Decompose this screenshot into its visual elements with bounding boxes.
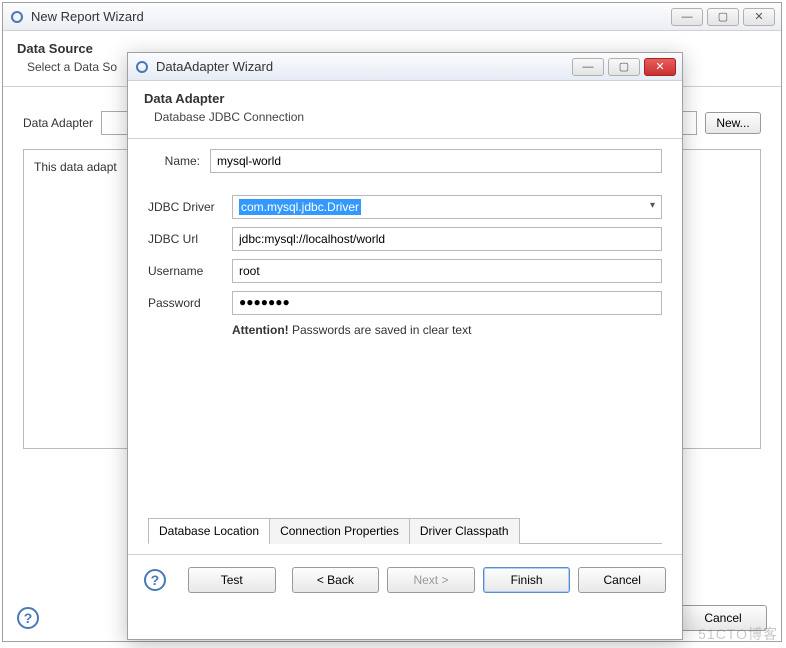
password-input[interactable]: ●●●●●●● [232,291,662,315]
new-adapter-button[interactable]: New... [705,112,761,134]
attention-text: Attention! Passwords are saved in clear … [232,323,662,337]
username-label: Username [148,264,226,278]
outer-maximize-button[interactable]: ▢ [707,8,739,26]
jdbc-driver-label: JDBC Driver [148,200,226,214]
next-button: Next > [387,567,475,593]
inner-help-icon[interactable]: ? [144,569,166,591]
inner-maximize-button[interactable]: ▢ [608,58,640,76]
jdbc-driver-value: com.mysql.jdbc.Driver [239,199,361,215]
data-adapter-wizard-window: DataAdapter Wizard — ▢ ✕ Data Adapter Da… [127,52,683,640]
adapter-hint: This data adapt [34,160,117,174]
tab-driver-classpath[interactable]: Driver Classpath [409,518,520,544]
inner-cancel-button[interactable]: Cancel [578,567,666,593]
tab-database-location[interactable]: Database Location [148,518,270,544]
inner-footer: ? Test < Back Next > Finish Cancel [128,554,682,605]
inner-heading-title: Data Adapter [144,91,666,106]
jdbc-url-input[interactable] [232,227,662,251]
wizard-icon [134,59,150,75]
inner-titlebar[interactable]: DataAdapter Wizard — ▢ ✕ [128,53,682,81]
inner-heading: Data Adapter Database JDBC Connection [128,81,682,139]
app-icon [9,9,25,25]
finish-button[interactable]: Finish [483,567,571,593]
username-input[interactable] [232,259,662,283]
outer-minimize-button[interactable]: — [671,8,703,26]
outer-close-button[interactable]: ✕ [743,8,775,26]
jdbc-url-label: JDBC Url [148,232,226,246]
outer-title: New Report Wizard [31,9,671,24]
inner-title: DataAdapter Wizard [156,59,572,74]
tab-connection-properties[interactable]: Connection Properties [269,518,410,544]
inner-minimize-button[interactable]: — [572,58,604,76]
password-label: Password [148,296,226,310]
inner-heading-sub: Database JDBC Connection [154,110,666,124]
name-label: Name: [148,154,204,168]
back-button[interactable]: < Back [292,567,380,593]
outer-cancel-button[interactable]: Cancel [679,605,767,631]
jdbc-driver-combo[interactable]: com.mysql.jdbc.Driver [232,195,662,219]
data-adapter-label: Data Adapter [23,116,93,130]
inner-close-button[interactable]: ✕ [644,58,676,76]
name-input[interactable] [210,149,662,173]
test-button[interactable]: Test [188,567,276,593]
tab-strip: Database Location Connection Properties … [148,517,662,543]
help-icon[interactable]: ? [17,607,39,629]
outer-titlebar[interactable]: New Report Wizard — ▢ ✕ [3,3,781,31]
